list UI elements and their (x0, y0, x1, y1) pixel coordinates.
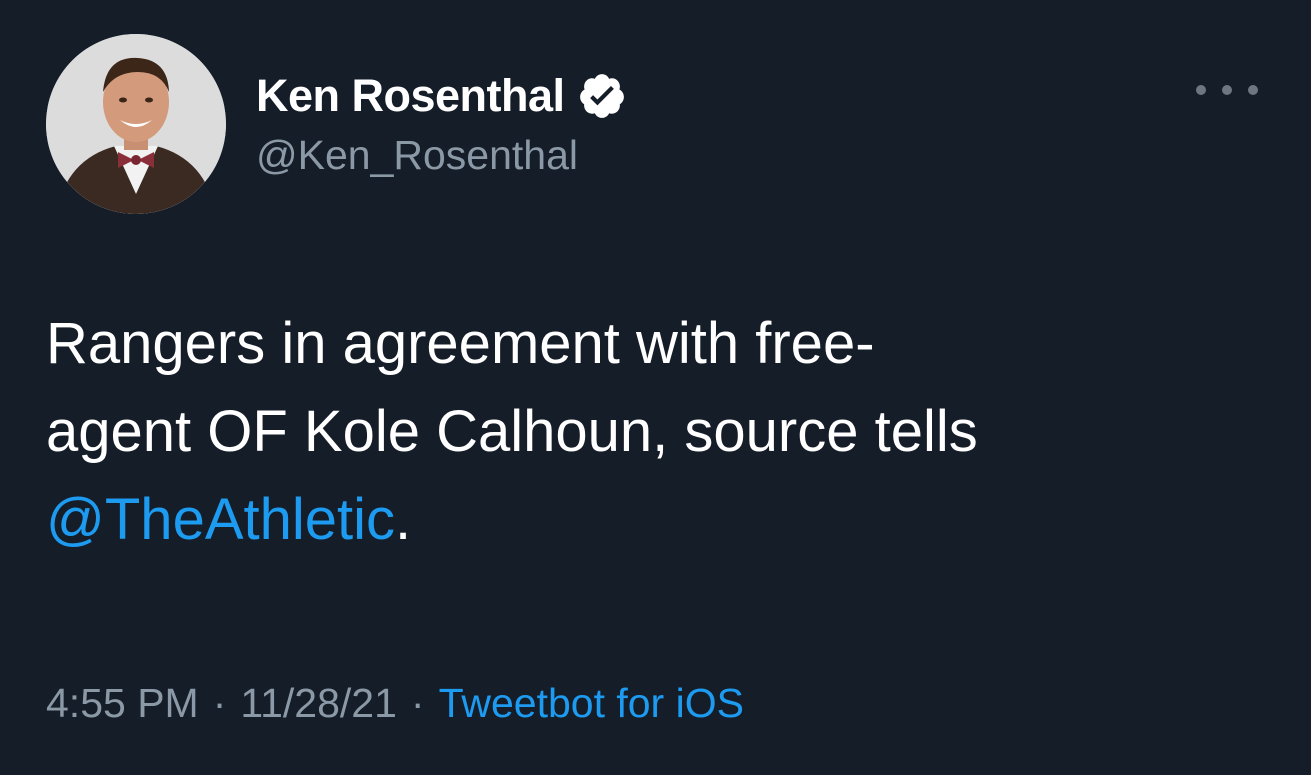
tweet-text-trailing: . (395, 487, 412, 552)
tweet-date[interactable]: 11/28/21 (240, 680, 397, 727)
more-options-button[interactable] (1196, 70, 1258, 110)
verified-badge-icon (577, 71, 627, 121)
author-handle[interactable]: @Ken_Rosenthal (256, 132, 578, 179)
tweet-card: Ken Rosenthal @Ken_Rosenthal Rangers in … (0, 0, 1311, 775)
tweet-text-line: Rangers in agreement with free- (46, 311, 875, 376)
tweet-body: Rangers in agreement with free- agent OF… (46, 300, 1276, 564)
meta-separator: · (212, 680, 227, 726)
tweet-metadata: 4:55 PM · 11/28/21 · Tweetbot for iOS (46, 680, 744, 727)
more-horizontal-icon (1196, 85, 1206, 95)
tweet-text-line: @TheAthletic. (46, 476, 1276, 564)
display-name[interactable]: Ken Rosenthal (256, 70, 565, 122)
tweet-time[interactable]: 4:55 PM (46, 680, 199, 727)
source-app-link[interactable]: Tweetbot for iOS (439, 680, 744, 727)
profile-photo-icon (46, 34, 226, 214)
tweet-text-line: agent OF Kole Calhoun, source tells (46, 399, 978, 464)
more-horizontal-icon (1248, 85, 1258, 95)
avatar[interactable] (46, 34, 226, 214)
more-horizontal-icon (1222, 85, 1232, 95)
author-name-row: Ken Rosenthal (256, 66, 627, 126)
mention-link[interactable]: @TheAthletic (46, 487, 395, 552)
meta-separator: · (410, 680, 425, 726)
